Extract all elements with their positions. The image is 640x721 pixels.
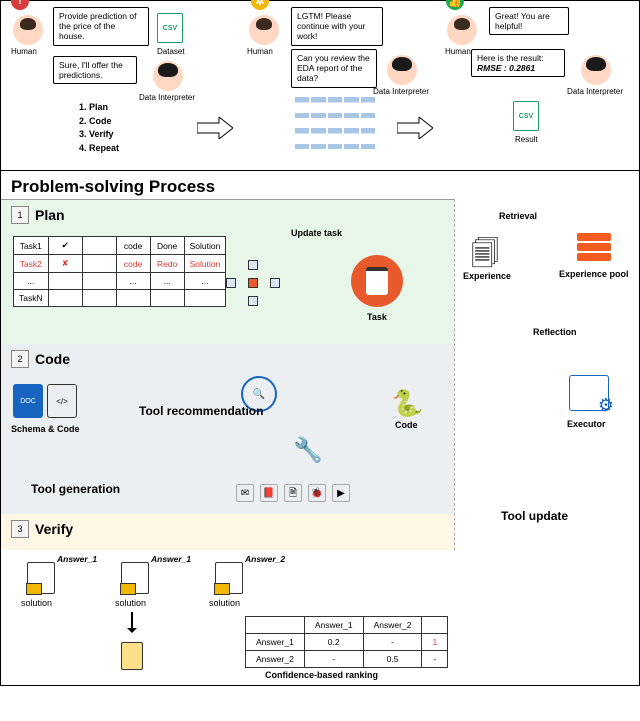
result-label: Result [515,135,538,144]
section-title: Code [35,351,70,367]
section-title: Verify [35,521,73,537]
verify-section-body: Answer_1 solution Answer_1 solution Answ… [1,550,639,685]
server-stack-icon [577,233,611,263]
section-number: 2 [11,350,29,368]
answer-file-icon [121,562,149,594]
plan-steps-list: 1. Plan 2. Code 3. Verify 4. Repeat [79,101,119,155]
badge-thumbsup-icon: 👍 [446,0,464,10]
executor-icon [569,375,609,411]
human-avatar-icon [447,15,477,45]
answer-label: Answer_2 [245,554,285,564]
solution-label: solution [209,598,240,608]
task-table: Task1✔codeDoneSolution Task2✘codeRedoSol… [13,236,226,307]
schema-code-icon: DOC </> [13,384,77,418]
answer-label: Answer_1 [57,554,97,564]
tool-item-icon: 🗎 [284,484,302,502]
task-graph-icon [226,260,281,310]
task-label: Task [367,312,387,322]
code-label: Code [395,420,418,430]
dataset-label: Dataset [157,47,185,56]
speech-bubble: Sure, I'll offer the predictions. [53,56,137,84]
answer-file-icon [27,562,55,594]
arrow-down-icon [131,612,133,632]
data-interpreter-avatar-icon [153,61,183,91]
speech-bubble: Can you review the EDA report of the dat… [291,49,377,88]
update-task-label: Update task [291,228,342,238]
task-icon [351,255,403,307]
tool-item-icon: 🐞 [308,484,326,502]
section-title: Plan [35,207,65,223]
solution-label: solution [115,598,146,608]
human-label: Human [445,47,471,56]
data-interpreter-avatar-icon [387,55,417,85]
wrench-icon: 🔧 [293,436,323,466]
arrow-right-icon [197,117,233,139]
code-section: 2 Code DOC </> Schema & Code 🔍 Tool reco… [1,344,456,514]
arrow-right-icon [397,117,433,139]
process-title: Problem-solving Process [1,171,639,199]
solution-label: solution [21,598,52,608]
data-interpreter-avatar-icon [581,55,611,85]
csv-file-icon: CSV [513,101,539,131]
interaction-examples: ! ✲ 👍 Human Provide prediction of the pr… [1,1,639,171]
speech-bubble: LGTM! Please continue with your work! [291,7,383,46]
answer-label: Answer_1 [151,554,191,564]
clipboard-check-icon [121,642,143,670]
human-label: Human [11,47,37,56]
badge-idea-icon: ✲ [251,0,269,10]
answer-file-icon [215,562,243,594]
tool-rec-label: Tool recommendation [139,404,263,418]
experience-label: Experience [463,271,511,281]
ranking-table: Answer_1Answer_2 Answer_10.2-1 Answer_2-… [245,616,448,668]
experience-doc-icon: 🗐 [471,233,507,269]
tool-item-icon: ▶ [332,484,350,502]
section-number: 3 [11,520,29,538]
eda-report-thumbnail [295,97,375,157]
di-label: Data Interpreter [373,87,429,96]
section-number: 1 [11,206,29,224]
executor-label: Executor [567,419,606,429]
human-avatar-icon [249,15,279,45]
tool-item-icon: 📕 [260,484,278,502]
speech-bubble: Here is the result:RMSE : 0.2861 [471,49,565,77]
python-icon: 🐍 [391,388,423,419]
human-avatar-icon [13,15,43,45]
figure-container: ! ✲ 👍 Human Provide prediction of the pr… [0,0,640,686]
di-label: Data Interpreter [567,87,623,96]
tool-icons-row: ✉ 📕 🗎 🐞 ▶ [236,484,350,502]
speech-bubble: Great! You are helpful! [489,7,569,35]
di-label: Data Interpreter [139,93,195,102]
verify-section-header: 3 Verify [1,514,456,550]
csv-file-icon: CSV [157,13,183,43]
tool-gen-label: Tool generation [31,482,120,496]
experience-pool-label: Experience pool [559,269,629,279]
schema-label: Schema & Code [11,424,80,434]
speech-bubble: Provide prediction of the price of the h… [53,7,149,46]
ranking-label: Confidence-based ranking [265,670,378,680]
human-label: Human [247,47,273,56]
tool-item-icon: ✉ [236,484,254,502]
tool-update-label: Tool update [501,509,568,523]
retrieval-label: Retrieval [499,211,537,221]
badge-alert-icon: ! [11,0,29,10]
plan-section: 1 Plan Task1✔codeDoneSolution Task2✘code… [1,199,456,344]
reflection-label: Reflection [533,327,577,337]
